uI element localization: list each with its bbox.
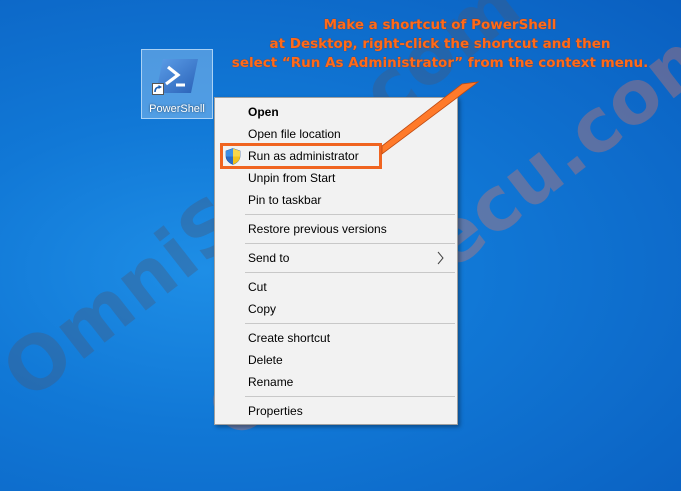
menu-item-label: Properties <box>248 404 303 418</box>
menu-item-rename[interactable]: Rename <box>215 371 457 393</box>
menu-item-label: Send to <box>248 251 290 265</box>
menu-item-restore-previous-versions[interactable]: Restore previous versions <box>215 218 457 240</box>
menu-item-delete[interactable]: Delete <box>215 349 457 371</box>
menu-item-open-file-location[interactable]: Open file location <box>215 123 457 145</box>
menu-item-open[interactable]: Open <box>215 101 457 123</box>
menu-separator <box>245 214 455 215</box>
menu-item-properties[interactable]: Properties <box>215 400 457 422</box>
menu-item-label: Create shortcut <box>248 331 331 345</box>
menu-item-copy[interactable]: Copy <box>215 298 457 320</box>
chevron-right-icon <box>437 251 444 265</box>
highlight-box <box>220 143 382 169</box>
menu-item-label: Copy <box>248 302 277 316</box>
menu-item-label: Rename <box>248 375 294 389</box>
menu-separator <box>245 272 455 273</box>
menu-item-label: Pin to taskbar <box>248 193 322 207</box>
menu-item-label: Open file location <box>248 127 341 141</box>
menu-item-pin-to-taskbar[interactable]: Pin to taskbar <box>215 189 457 211</box>
shortcut-arrow-icon <box>152 83 164 95</box>
menu-item-send-to[interactable]: Send to <box>215 247 457 269</box>
menu-item-label: Delete <box>248 353 283 367</box>
menu-item-create-shortcut[interactable]: Create shortcut <box>215 327 457 349</box>
annotation-line: select “Run As Administrator” from the c… <box>231 55 649 71</box>
menu-item-label: Open <box>248 105 279 119</box>
menu-item-label: Cut <box>248 280 267 294</box>
desktop-icon-label: PowerShell <box>149 103 205 115</box>
menu-separator <box>245 396 455 397</box>
menu-item-label: Restore previous versions <box>248 222 387 236</box>
menu-item-cut[interactable]: Cut <box>215 276 457 298</box>
annotation-line: at Desktop, right-click the shortcut and… <box>269 36 611 52</box>
desktop-icon-powershell[interactable]: PowerShell <box>141 49 213 119</box>
annotation-line: Make a shortcut of PowerShell <box>323 17 557 33</box>
menu-separator <box>245 243 455 244</box>
annotation-text: Make a shortcut of PowerShell at Desktop… <box>210 16 670 73</box>
desktop[interactable]: OmniSecu.com OmniSecu.com PowerShell Op <box>0 0 681 491</box>
menu-item-label: Unpin from Start <box>248 171 336 185</box>
menu-separator <box>245 323 455 324</box>
menu-item-unpin-from-start[interactable]: Unpin from Start <box>215 167 457 189</box>
